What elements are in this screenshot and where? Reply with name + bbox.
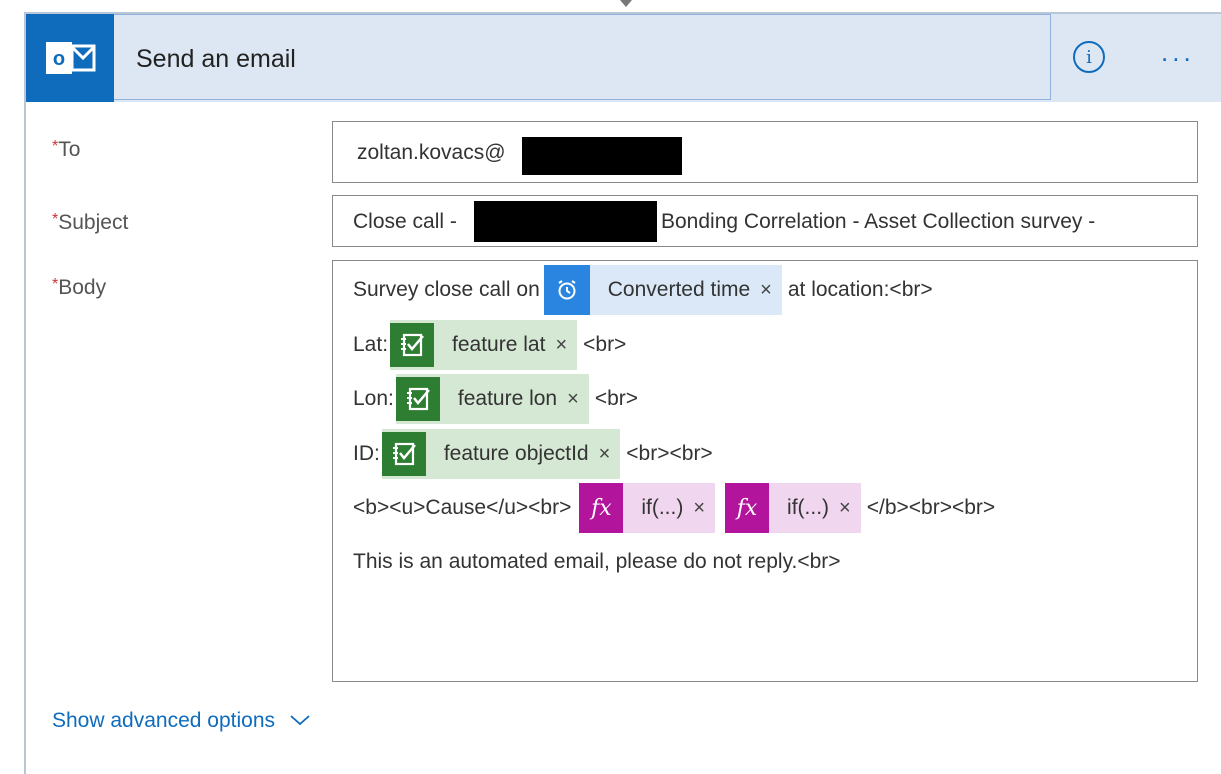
outlook-icon: o — [26, 14, 114, 102]
subject-label: *Subject — [52, 211, 129, 234]
token-label: feature lat — [452, 333, 546, 356]
redaction-block — [522, 137, 682, 175]
header-title-area[interactable]: Send an email — [114, 14, 1051, 100]
converted-time-token[interactable]: Converted time × — [543, 265, 782, 315]
redaction-block — [474, 201, 657, 242]
body-line-cause: <b><u>Cause</u><br> fx if(...) × fx if(.… — [353, 483, 995, 533]
subject-field[interactable]: Close call - Bonding Correlation - Asset… — [332, 195, 1198, 247]
remove-token-icon[interactable]: × — [555, 334, 577, 357]
info-icon[interactable]: i — [1073, 41, 1105, 73]
show-advanced-options-link[interactable]: Show advanced options — [52, 709, 311, 733]
survey-check-icon — [395, 377, 440, 421]
to-value: zoltan.kovacs@ — [357, 141, 506, 164]
if-expression-token-2[interactable]: fx if(...) × — [725, 483, 861, 533]
chevron-down-icon — [289, 709, 311, 733]
remove-token-icon[interactable]: × — [760, 279, 782, 302]
feature-lat-token[interactable]: feature lat × — [390, 320, 578, 370]
survey-check-icon — [390, 323, 435, 367]
body-line-footer: This is an automated email, please do no… — [353, 550, 841, 573]
connector-arrow — [620, 0, 632, 7]
body-line-1: Survey close call on Converted time × at… — [353, 265, 933, 315]
feature-objectid-token[interactable]: feature objectId × — [381, 429, 621, 479]
token-label: feature lon — [457, 387, 558, 410]
token-label: Converted time — [607, 278, 751, 301]
action-header[interactable]: o Send an email i ... — [26, 14, 1221, 102]
survey-check-icon — [381, 432, 426, 476]
token-label: feature objectId — [443, 442, 589, 465]
to-field[interactable]: zoltan.kovacs@ — [332, 121, 1198, 183]
send-email-action-card: o Send an email i ... *To zoltan.kovacs@… — [24, 12, 1221, 774]
svg-text:o: o — [53, 48, 65, 70]
body-line-lon: Lon: feature lon × <br> — [353, 374, 638, 424]
token-label: if(...) — [787, 496, 830, 519]
token-label: if(...) — [641, 496, 684, 519]
action-title: Send an email — [136, 45, 296, 73]
subject-suffix: Bonding Correlation - Asset Collection s… — [661, 210, 1096, 233]
body-line-lat: Lat: feature lat × <br> — [353, 320, 626, 370]
remove-token-icon[interactable]: × — [693, 497, 715, 520]
fx-icon: fx — [725, 483, 770, 533]
alarm-clock-icon — [543, 265, 590, 315]
remove-token-icon[interactable]: × — [599, 443, 621, 466]
feature-lon-token[interactable]: feature lon × — [395, 374, 589, 424]
remove-token-icon[interactable]: × — [567, 388, 589, 411]
body-line-id: ID: feature objectId × <br><br> — [353, 429, 713, 479]
to-label: *To — [52, 138, 81, 161]
body-field[interactable]: Survey close call on Converted time × at… — [332, 260, 1198, 682]
fx-icon: fx — [579, 483, 624, 533]
subject-prefix: Close call - — [353, 210, 457, 233]
if-expression-token-1[interactable]: fx if(...) × — [579, 483, 716, 533]
body-label: *Body — [52, 276, 107, 299]
more-options-icon[interactable]: ... — [1161, 39, 1201, 68]
remove-token-icon[interactable]: × — [839, 497, 861, 520]
